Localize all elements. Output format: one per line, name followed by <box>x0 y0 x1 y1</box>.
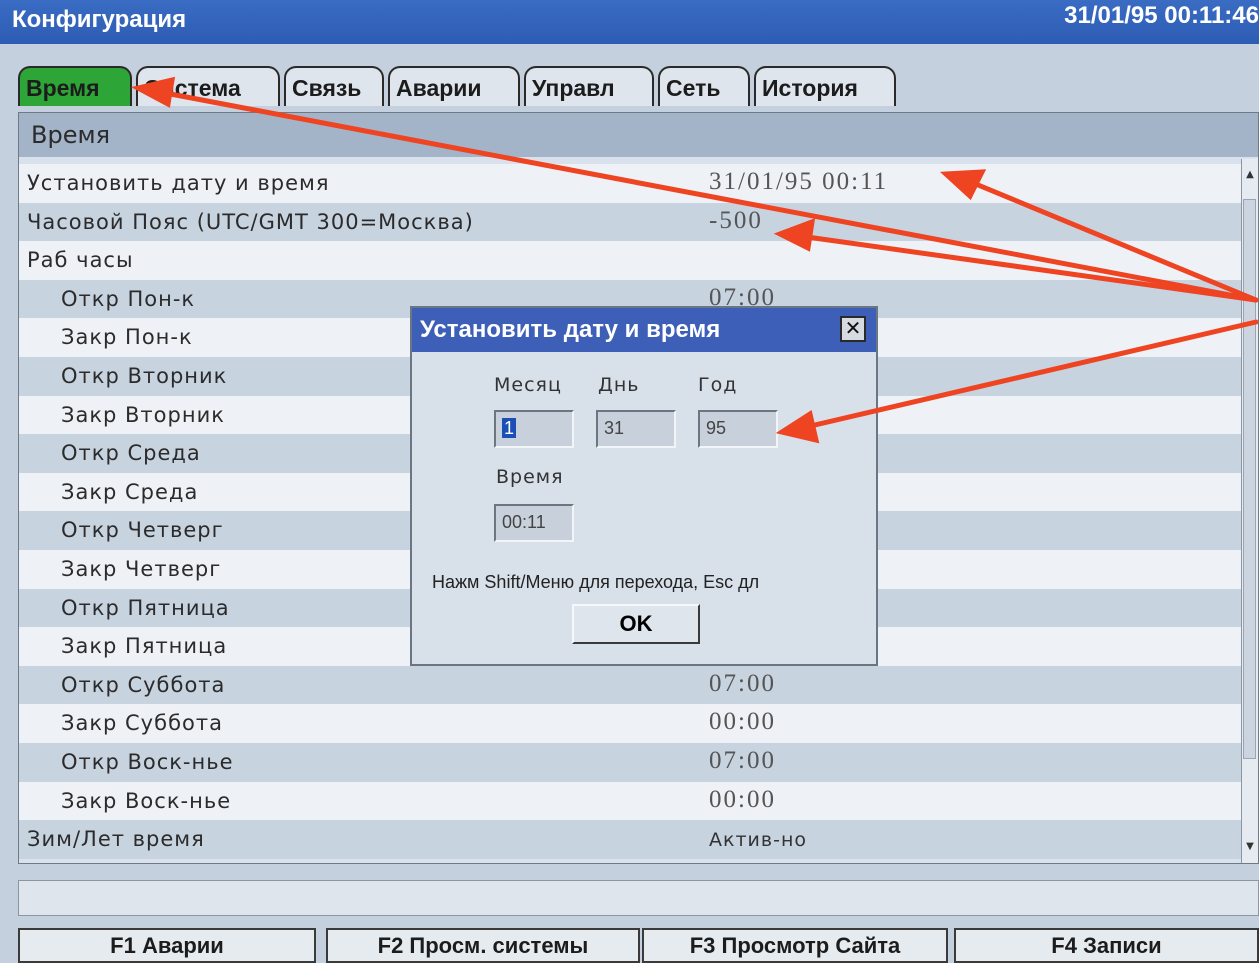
day-value: 31 <box>604 418 625 438</box>
setting-label: Установить дату и время <box>27 171 330 195</box>
setting-label: Откр Пятница <box>61 595 230 620</box>
month-label: Месяц <box>494 374 562 396</box>
settings-row[interactable]: Зим/Лет время Актив-но <box>19 820 1244 859</box>
setting-label: Закр Четверг <box>61 556 222 581</box>
tab-control[interactable]: Управл <box>524 66 654 106</box>
year-label: Год <box>698 374 738 396</box>
settings-row[interactable]: Раб часы <box>19 241 1244 280</box>
scroll-thumb[interactable] <box>1243 199 1256 759</box>
set-date-time-dialog: Установить дату и время ✕ Месяц Днь Год … <box>410 306 878 666</box>
title-bar: Конфигурация 31/01/95 00:11:46 <box>0 0 1259 44</box>
setting-label: Откр Пон-к <box>61 286 196 311</box>
time-label: Время <box>496 466 564 488</box>
setting-label: Раб часы <box>27 248 134 273</box>
tab-communication[interactable]: Связь <box>284 66 384 106</box>
ok-button[interactable]: OK <box>572 604 700 644</box>
setting-label: Откр Четверг <box>61 518 224 543</box>
settings-row[interactable]: Откр Воск-нье 07:00 <box>19 742 1244 782</box>
tab-bar: Время Система Связь Аварии Управл Сеть И… <box>18 66 900 112</box>
panel-header: Время <box>19 113 1258 157</box>
setting-label: Откр Суббота <box>61 672 226 697</box>
setting-label: Закр Среда <box>61 479 199 504</box>
status-bar <box>18 880 1259 916</box>
setting-label: Зим/Лет время <box>27 827 205 852</box>
f2-system-view-button[interactable]: F2 Просм. системы <box>326 928 640 963</box>
f3-site-view-button[interactable]: F3 Просмотр Сайта <box>642 928 948 963</box>
setting-value: Актив-но <box>709 829 807 852</box>
time-field[interactable]: 00:11 <box>494 504 574 542</box>
day-label: Днь <box>598 374 640 396</box>
tab-system[interactable]: Система <box>136 66 280 106</box>
time-value: 00:11 <box>502 512 546 532</box>
f1-alarms-button[interactable]: F1 Аварии <box>18 928 316 963</box>
setting-label: Откр Вторник <box>61 363 228 388</box>
month-field[interactable]: 1 <box>494 410 574 448</box>
tab-network[interactable]: Сеть <box>658 66 750 106</box>
scroll-up-arrow-icon[interactable]: ▲ <box>1244 169 1256 181</box>
settings-row[interactable]: Установить дату и время 31/01/95 00:11 <box>19 164 1244 203</box>
setting-label: Закр Вторник <box>61 402 225 427</box>
setting-label: Откр Воск-нье <box>61 749 234 774</box>
setting-label: Закр Суббота <box>61 711 223 736</box>
setting-value: -500 <box>709 206 763 234</box>
setting-label: Закр Пятница <box>61 634 228 659</box>
day-field[interactable]: 31 <box>596 410 676 448</box>
settings-row[interactable]: Откр Суббота 07:00 <box>19 665 1244 705</box>
setting-value: 31/01/95 00:11 <box>709 168 889 195</box>
setting-value: 07:00 <box>709 669 776 697</box>
setting-value: 07:00 <box>709 746 776 774</box>
month-value: 1 <box>502 418 517 438</box>
setting-label: Часовой Пояс (UTC/GMT 300=Москва) <box>27 209 474 234</box>
setting-label: Откр Среда <box>61 441 201 466</box>
scroll-down-arrow-icon[interactable]: ▼ <box>1244 841 1256 853</box>
setting-value: 00:00 <box>709 708 776 736</box>
settings-row[interactable]: Закр Воск-нье 00:00 <box>19 781 1244 821</box>
setting-value: 00:00 <box>709 785 776 813</box>
tab-history[interactable]: История <box>754 66 896 106</box>
setting-label: Закр Воск-нье <box>61 788 232 813</box>
window-title: Конфигурация <box>12 6 187 33</box>
tab-time[interactable]: Время <box>18 66 132 106</box>
settings-row[interactable]: Часовой Пояс (UTC/GMT 300=Москва) -500 <box>19 202 1244 242</box>
setting-label: Закр Пон-к <box>61 325 193 350</box>
year-field[interactable]: 95 <box>698 410 778 448</box>
clock-display: 31/01/95 00:11:46 <box>1064 2 1259 29</box>
dialog-hint: Нажм Shift/Меню для перехода, Esc дл <box>432 572 760 592</box>
dialog-title: Установить дату и время <box>412 308 876 352</box>
settings-row[interactable]: Закр Суббота 00:00 <box>19 704 1244 743</box>
vertical-scrollbar[interactable]: ▲ ▼ <box>1241 159 1258 863</box>
tab-alarms[interactable]: Аварии <box>388 66 520 106</box>
f4-records-button[interactable]: F4 Записи <box>954 928 1259 963</box>
year-value: 95 <box>706 418 727 438</box>
function-key-bar: F1 Аварии F2 Просм. системы F3 Просмотр … <box>18 928 1259 963</box>
close-icon[interactable]: ✕ <box>840 316 866 342</box>
